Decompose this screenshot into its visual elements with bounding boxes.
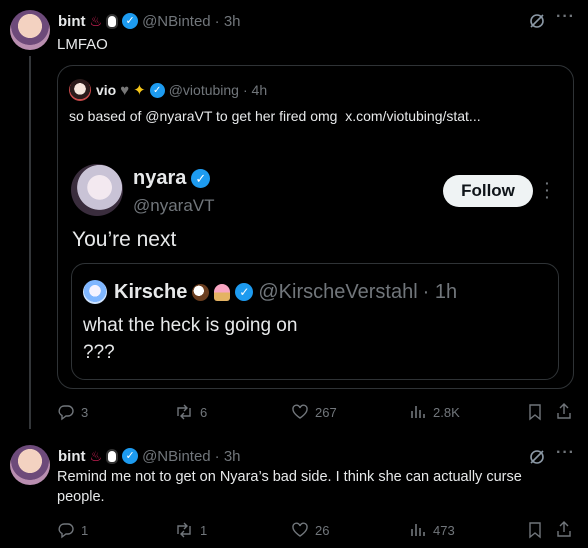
reply-action[interactable]: 1 — [57, 521, 88, 539]
bookmark-icon[interactable] — [527, 521, 543, 539]
avatar-kirsche[interactable] — [83, 280, 107, 304]
verified-badge-icon: ✓ — [122, 13, 139, 29]
embed-more-icon[interactable]: · · · — [545, 176, 550, 204]
retweet-count: 1 — [200, 522, 208, 538]
views-icon — [409, 521, 427, 539]
reply-icon — [57, 521, 75, 539]
bookmark-icon[interactable] — [527, 403, 543, 421]
like-action[interactable]: 26 — [291, 521, 329, 539]
timestamp[interactable]: · 3h — [215, 13, 241, 30]
quote-author-name[interactable]: vio — [96, 82, 116, 98]
author-name[interactable]: bint — [58, 13, 86, 30]
quote-header: vio ♥ ✦ ✓ @viotubing · 4h — [96, 80, 267, 100]
quote-author-handle[interactable]: @viotubing — [169, 82, 239, 98]
penguin-icon — [106, 448, 119, 464]
coconut-icon — [192, 283, 210, 301]
embed-text: You’re next — [72, 228, 177, 251]
heart-icon — [291, 521, 309, 539]
retweet-icon — [174, 521, 194, 539]
thread-line — [29, 56, 31, 429]
author-handle[interactable]: @NBinted — [142, 13, 211, 30]
like-count: 26 — [315, 522, 330, 538]
avatar-bint[interactable] — [10, 10, 50, 50]
cupcake-icon — [214, 283, 231, 301]
sparkles-icon: ✦ — [133, 82, 146, 99]
retweet-count: 6 — [200, 404, 208, 420]
share-icon[interactable] — [555, 520, 573, 538]
verified-badge-icon: ✓ — [191, 169, 211, 188]
share-icon[interactable] — [555, 402, 573, 420]
tweet2-header: bint ♨ ✓ @NBinted · 3h — [58, 446, 241, 466]
embed-author-name[interactable]: nyara — [133, 167, 186, 190]
reply-count: 1 — [81, 522, 89, 538]
grok-icon[interactable] — [528, 448, 546, 466]
tweet1-text: LMFAO — [57, 36, 108, 53]
retweet-action[interactable]: 1 — [174, 521, 207, 539]
hot-springs-icon: ♨ — [89, 12, 103, 29]
author-handle[interactable]: @NBinted — [142, 448, 211, 465]
more-options-icon[interactable]: ··· — [556, 8, 575, 26]
timestamp[interactable]: · 3h — [215, 448, 241, 465]
hot-springs-icon: ♨ — [89, 447, 103, 464]
penguin-icon — [106, 13, 119, 29]
reply-count: 3 — [81, 404, 89, 420]
inner-author-handle[interactable]: @KirscheVerstahl — [258, 281, 417, 304]
reply-icon — [57, 403, 75, 421]
inner-text-line1: what the heck is going on — [83, 315, 298, 336]
retweet-icon — [174, 403, 194, 421]
follow-button[interactable]: Follow — [443, 175, 533, 207]
avatar-nyara[interactable] — [71, 164, 123, 216]
quote-timestamp[interactable]: · 4h — [243, 82, 267, 98]
quote-text: so based of @nyaraVT to get her fired om… — [69, 108, 481, 124]
avatar-vio[interactable] — [69, 79, 91, 101]
embed-author-handle[interactable]: @nyaraVT — [133, 196, 215, 216]
like-action[interactable]: 267 — [291, 403, 337, 421]
views-action[interactable]: 473 — [409, 521, 455, 539]
reply-action[interactable]: 3 — [57, 403, 88, 421]
verified-badge-icon: ✓ — [235, 283, 254, 301]
views-count: 473 — [433, 522, 455, 538]
inner-author-name[interactable]: Kirsche — [114, 281, 187, 304]
like-count: 267 — [315, 404, 337, 420]
tweet1-header: bint ♨ ✓ @NBinted · 3h — [58, 11, 241, 31]
black-heart-icon: ♥ — [120, 81, 130, 99]
inner-text-line2: ??? — [83, 342, 115, 363]
heart-icon — [291, 403, 309, 421]
verified-badge-icon: ✓ — [122, 448, 139, 464]
grok-icon[interactable] — [528, 12, 546, 30]
author-name[interactable]: bint — [58, 448, 86, 465]
avatar-bint[interactable] — [10, 445, 50, 485]
retweet-action[interactable]: 6 — [174, 403, 207, 421]
views-count: 2.8K — [433, 404, 460, 420]
embed-header: nyara ✓ — [133, 167, 211, 190]
inner-timestamp[interactable]: · 1h — [423, 281, 457, 304]
tweet2-text-line2: people. — [57, 489, 105, 505]
verified-badge-icon: ✓ — [149, 82, 165, 98]
inner-header: Kirsche ✓ @KirscheVerstahl · 1h — [114, 279, 457, 305]
views-action[interactable]: 2.8K — [409, 403, 460, 421]
more-options-icon[interactable]: ··· — [556, 444, 575, 462]
views-icon — [409, 403, 427, 421]
tweet2-text-line1: Remind me not to get on Nyara’s bad side… — [57, 469, 522, 485]
